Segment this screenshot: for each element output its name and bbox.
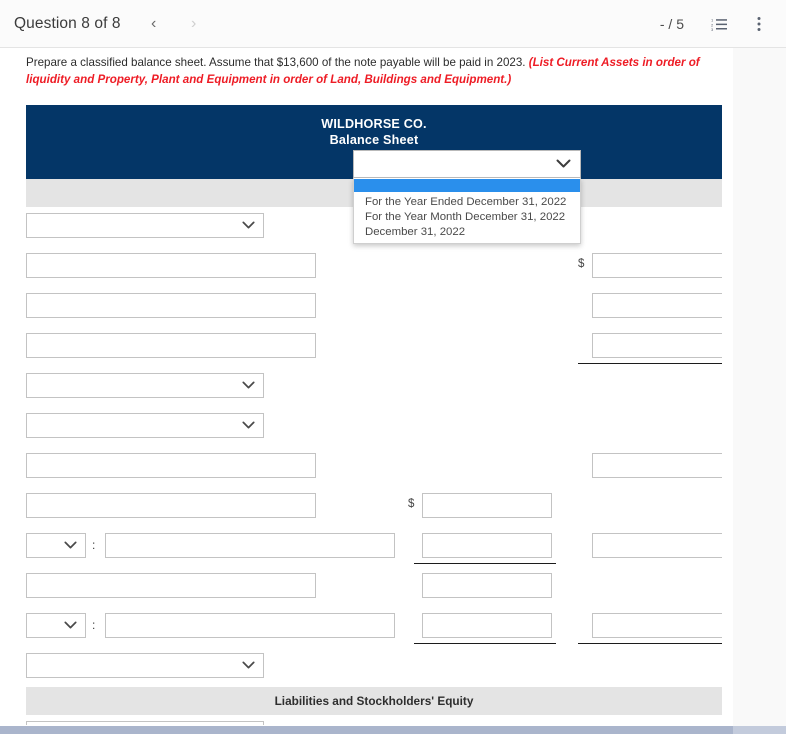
chevron-down-icon [242,660,255,672]
colon-separator: : [92,618,96,632]
sheet-row [26,647,722,687]
sheet-row [26,407,722,447]
total-rule [578,643,722,644]
sheet-row [26,447,722,487]
amount-input-middle[interactable] [422,613,552,638]
amount-input-right[interactable] [592,333,722,358]
toolbar-right-group: - / 5 1 2 3 [660,11,786,37]
account-description-input[interactable] [105,533,395,558]
company-name: WILDHORSE CO. [321,117,427,131]
question-toolbar: Question 8 of 8 ‹ › - / 5 1 2 3 [0,0,786,48]
vertical-dots-icon[interactable] [746,11,772,37]
question-instructions: Prepare a classified balance sheet. Assu… [26,54,722,88]
period-option-year-ended[interactable]: For the Year Ended December 31, 2022 [354,195,580,210]
sheet-row: : [26,527,722,567]
sheet-row [26,715,722,725]
score-display: - / 5 [659,15,684,32]
account-select[interactable] [26,413,264,438]
numbered-list-icon[interactable]: 1 2 3 [706,11,732,37]
amount-input-middle[interactable] [422,573,552,598]
amount-input-middle[interactable] [422,493,552,518]
balance-sheet-worksheet: WILDHORSE CO. Balance Sheet For the Year… [26,105,722,725]
amount-input-right[interactable] [592,613,722,638]
chevron-down-icon [242,420,255,432]
question-counter: Question 8 of 8 [14,14,121,32]
question-page: Prepare a classified balance sheet. Assu… [0,48,733,728]
instructions-plain-text: Prepare a classified balance sheet. Assu… [26,56,529,69]
chevron-down-icon [242,380,255,392]
horizontal-scrollbar[interactable] [0,726,786,734]
next-question-button[interactable]: › [177,7,211,41]
period-option-date[interactable]: December 31, 2022 [354,225,580,240]
colon-separator: : [92,538,96,552]
period-option-blank[interactable] [354,179,580,192]
subtotal-rule [414,563,556,564]
period-select-group: For the Year Ended December 31, 2022 For… [353,150,581,244]
account-select[interactable] [26,373,264,398]
dollar-sign: $ [578,258,585,270]
period-options-list[interactable]: For the Year Ended December 31, 2022 For… [353,178,581,244]
subtotal-rule [414,643,556,644]
amount-input-middle[interactable] [422,533,552,558]
sheet-row [26,367,722,407]
account-description-input[interactable] [26,293,316,318]
account-description-input[interactable] [26,453,316,478]
chevron-down-icon [242,220,255,232]
sheet-row [26,327,722,367]
contra-account-select[interactable] [26,533,86,558]
account-description-input[interactable] [26,721,264,725]
amount-input-right[interactable] [592,453,722,478]
account-select[interactable] [26,213,264,238]
account-select[interactable] [26,653,264,678]
period-select[interactable] [353,150,581,178]
liabilities-section-label: Liabilities and Stockholders' Equity [274,694,474,708]
account-description-input[interactable] [26,493,316,518]
amount-input-right[interactable] [592,533,722,558]
sheet-title: Balance Sheet [329,133,419,147]
svg-text:3: 3 [711,27,714,31]
amount-input-right[interactable] [592,253,722,278]
account-description-input[interactable] [26,253,316,278]
period-option-year-month[interactable]: For the Year Month December 31, 2022 [354,210,580,225]
chevron-down-icon [556,155,571,173]
amount-input-right[interactable] [592,293,722,318]
contra-account-select[interactable] [26,613,86,638]
sheet-row: $ [26,247,722,287]
account-description-input[interactable] [26,573,316,598]
horizontal-scrollbar-thumb[interactable] [0,726,733,734]
previous-question-button[interactable]: ‹ [137,7,171,41]
chevron-down-icon [64,620,77,632]
sheet-row [26,287,722,327]
sheet-row [26,567,722,607]
subtotal-rule [578,363,722,364]
account-description-input[interactable] [105,613,395,638]
liabilities-section-band: Liabilities and Stockholders' Equity [26,687,722,715]
sheet-row: : [26,607,722,647]
chevron-down-icon [64,540,77,552]
dollar-sign: $ [408,498,415,510]
sheet-row: $ [26,487,722,527]
account-description-input[interactable] [26,333,316,358]
